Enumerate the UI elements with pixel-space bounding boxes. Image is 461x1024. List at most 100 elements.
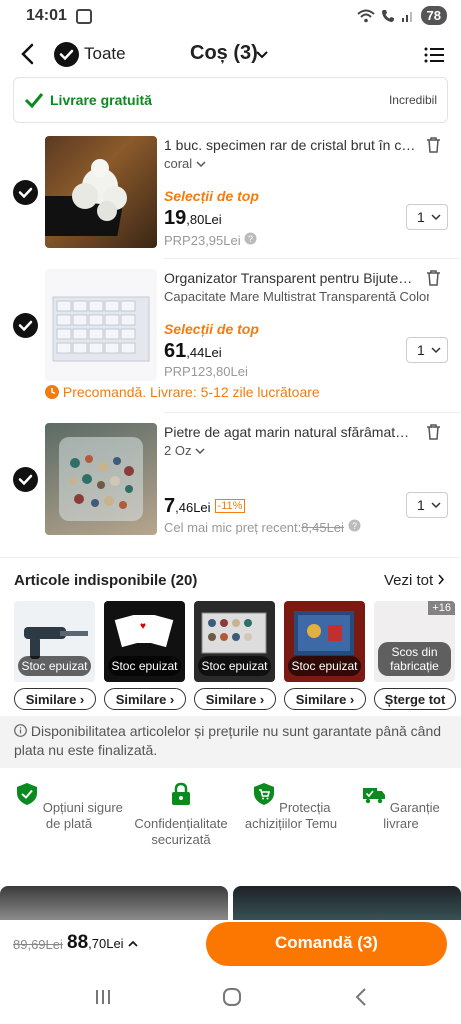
call-icon (381, 9, 394, 22)
item-checkbox[interactable] (13, 313, 38, 338)
signal-icon (401, 11, 412, 22)
more-count-badge: +16 (428, 601, 455, 615)
item-checkbox[interactable] (13, 180, 38, 205)
list-menu-icon[interactable] (424, 46, 444, 64)
battery-level: 78 (420, 6, 447, 25)
home-icon[interactable] (222, 987, 242, 1007)
product-price: 19,80Lei (164, 207, 222, 230)
guarantee-label: Opțiuni sigure de plată (42, 800, 123, 831)
help-icon[interactable]: ? (348, 519, 361, 532)
back-nav-icon[interactable] (354, 987, 368, 1007)
trash-icon[interactable] (426, 270, 441, 286)
product-variant[interactable]: Capacitate Mare Multistrat Transparentă … (164, 289, 429, 304)
guarantee-delivery[interactable]: Garanție livrare (346, 782, 456, 832)
unavailable-thumb[interactable]: +16 Scos din fabricație (374, 601, 455, 682)
product-name[interactable]: Pietre de agat marin natural sfărâmate, … (164, 424, 416, 440)
see-all-link[interactable]: Vezi tot (384, 572, 445, 589)
back-arrow-icon[interactable] (14, 40, 42, 68)
order-button[interactable]: Comandă (3) (206, 922, 447, 966)
price-integer: 61 (164, 340, 187, 362)
similar-button[interactable]: Similare › (104, 688, 186, 710)
similar-button[interactable]: Similare › (194, 688, 276, 710)
chevron-down-icon (196, 161, 206, 168)
unavailable-thumb[interactable]: Stoc epuizat (194, 601, 275, 682)
select-all-checkbox[interactable] (54, 42, 79, 67)
guarantee-purchase-protection[interactable]: Protecția achizițiilor Temu (236, 782, 346, 832)
see-all-label: Vezi tot (384, 572, 434, 589)
unavailable-thumb[interactable]: Stoc epuizat (14, 601, 95, 682)
rrp-value: PRP23,95Lei (164, 233, 241, 248)
agate-stones-image (59, 437, 143, 521)
unavailable-title: Articole indisponibile (20) (14, 572, 198, 589)
similar-button[interactable]: Similare › (284, 688, 366, 710)
cart-total[interactable]: 88,70Lei (67, 932, 138, 954)
quantity-selector[interactable]: 1 (406, 492, 448, 518)
system-navigation-bar (0, 972, 461, 1024)
total-integer: 88 (67, 932, 89, 953)
total-decimal: ,70Lei (88, 936, 124, 951)
product-image[interactable] (45, 269, 157, 381)
clock-icon (45, 385, 59, 399)
delivery-truck-icon (363, 788, 386, 804)
out-of-stock-tag: Stoc epuizat (18, 656, 91, 676)
similar-label: Similare (295, 692, 347, 707)
chevron-down-icon (431, 347, 441, 354)
quantity-selector[interactable]: 1 (406, 204, 448, 230)
quantity-value: 1 (417, 342, 425, 358)
out-of-stock-tag: Stoc epuizat (198, 656, 271, 676)
svg-text:?: ? (352, 521, 357, 531)
availability-notice: Disponibilitatea articolelor și prețuril… (0, 716, 461, 768)
chevron-down-icon (195, 448, 205, 455)
variant-label: coral (164, 156, 193, 171)
product-variant[interactable]: coral (164, 156, 206, 171)
chevron-right-icon (438, 574, 445, 585)
product-name[interactable]: Organizator Transparent pentru Bijuterii… (164, 270, 416, 286)
free-shipping-banner[interactable]: Livrare gratuită Incredibil (13, 77, 448, 123)
trash-icon[interactable] (426, 137, 441, 153)
quantity-selector[interactable]: 1 (406, 337, 448, 363)
item-divider (164, 258, 461, 259)
check-icon (59, 49, 74, 61)
recent-price-value: 8,45Lei (301, 520, 344, 535)
product-variant[interactable]: 2 Oz (164, 443, 205, 458)
guarantee-privacy[interactable]: Confidențialitate securizată (126, 782, 236, 848)
product-image[interactable] (45, 423, 157, 535)
check-icon (18, 474, 33, 486)
similar-button[interactable]: Similare › (14, 688, 96, 710)
item-checkbox[interactable] (13, 467, 38, 492)
original-total: 89,69Lei (13, 937, 63, 952)
section-divider (0, 557, 461, 558)
product-name[interactable]: 1 buc. specimen rar de cristal brut în c… (164, 137, 416, 153)
guarantee-label: Garanție livrare (383, 800, 440, 831)
price-decimal: ,46Lei (175, 500, 211, 515)
chevron-up-icon (128, 940, 138, 947)
wifi-icon (356, 9, 375, 22)
preorder-notice: Precomandă. Livrare: 5-12 zile lucrătoar… (45, 384, 320, 400)
variant-label: Capacitate Mare Multistrat Transparentă … (164, 289, 429, 304)
unavailable-thumb[interactable]: Stoc epuizat (284, 601, 365, 682)
status-bar: 14:01 78 (0, 0, 461, 34)
variant-label: 2 Oz (164, 443, 192, 458)
recent-lowest-price: Cel mai mic preț recent:8,45Lei ? (164, 519, 361, 535)
availability-notice-text: Disponibilitatea articolelor și prețuril… (14, 723, 442, 758)
svg-text:♥: ♥ (140, 621, 146, 632)
chevron-down-icon (431, 214, 441, 221)
check-icon (18, 320, 33, 332)
unavailable-thumb[interactable]: ♥ Stoc epuizat (104, 601, 185, 682)
free-shipping-label: Livrare gratuită (50, 92, 152, 108)
guarantee-safe-payment[interactable]: Opțiuni sigure de plată (14, 782, 124, 832)
chevron-down-icon[interactable] (255, 48, 269, 62)
product-image[interactable] (45, 136, 157, 248)
help-icon[interactable]: ? (244, 232, 257, 245)
crystal-specimen-image (45, 159, 127, 236)
select-all-label[interactable]: Toate (84, 44, 126, 64)
product-price: 61,44Lei (164, 340, 222, 363)
screenshot-icon (76, 9, 92, 24)
status-icons: 78 (356, 6, 447, 25)
page-title[interactable]: Coș (3) (190, 42, 258, 65)
recent-apps-icon[interactable] (94, 988, 112, 1006)
trash-icon[interactable] (426, 424, 441, 440)
shipping-promo-text: Incredibil (388, 93, 437, 107)
shield-cart-icon (253, 783, 274, 805)
delete-all-button[interactable]: Șterge tot (374, 688, 456, 710)
